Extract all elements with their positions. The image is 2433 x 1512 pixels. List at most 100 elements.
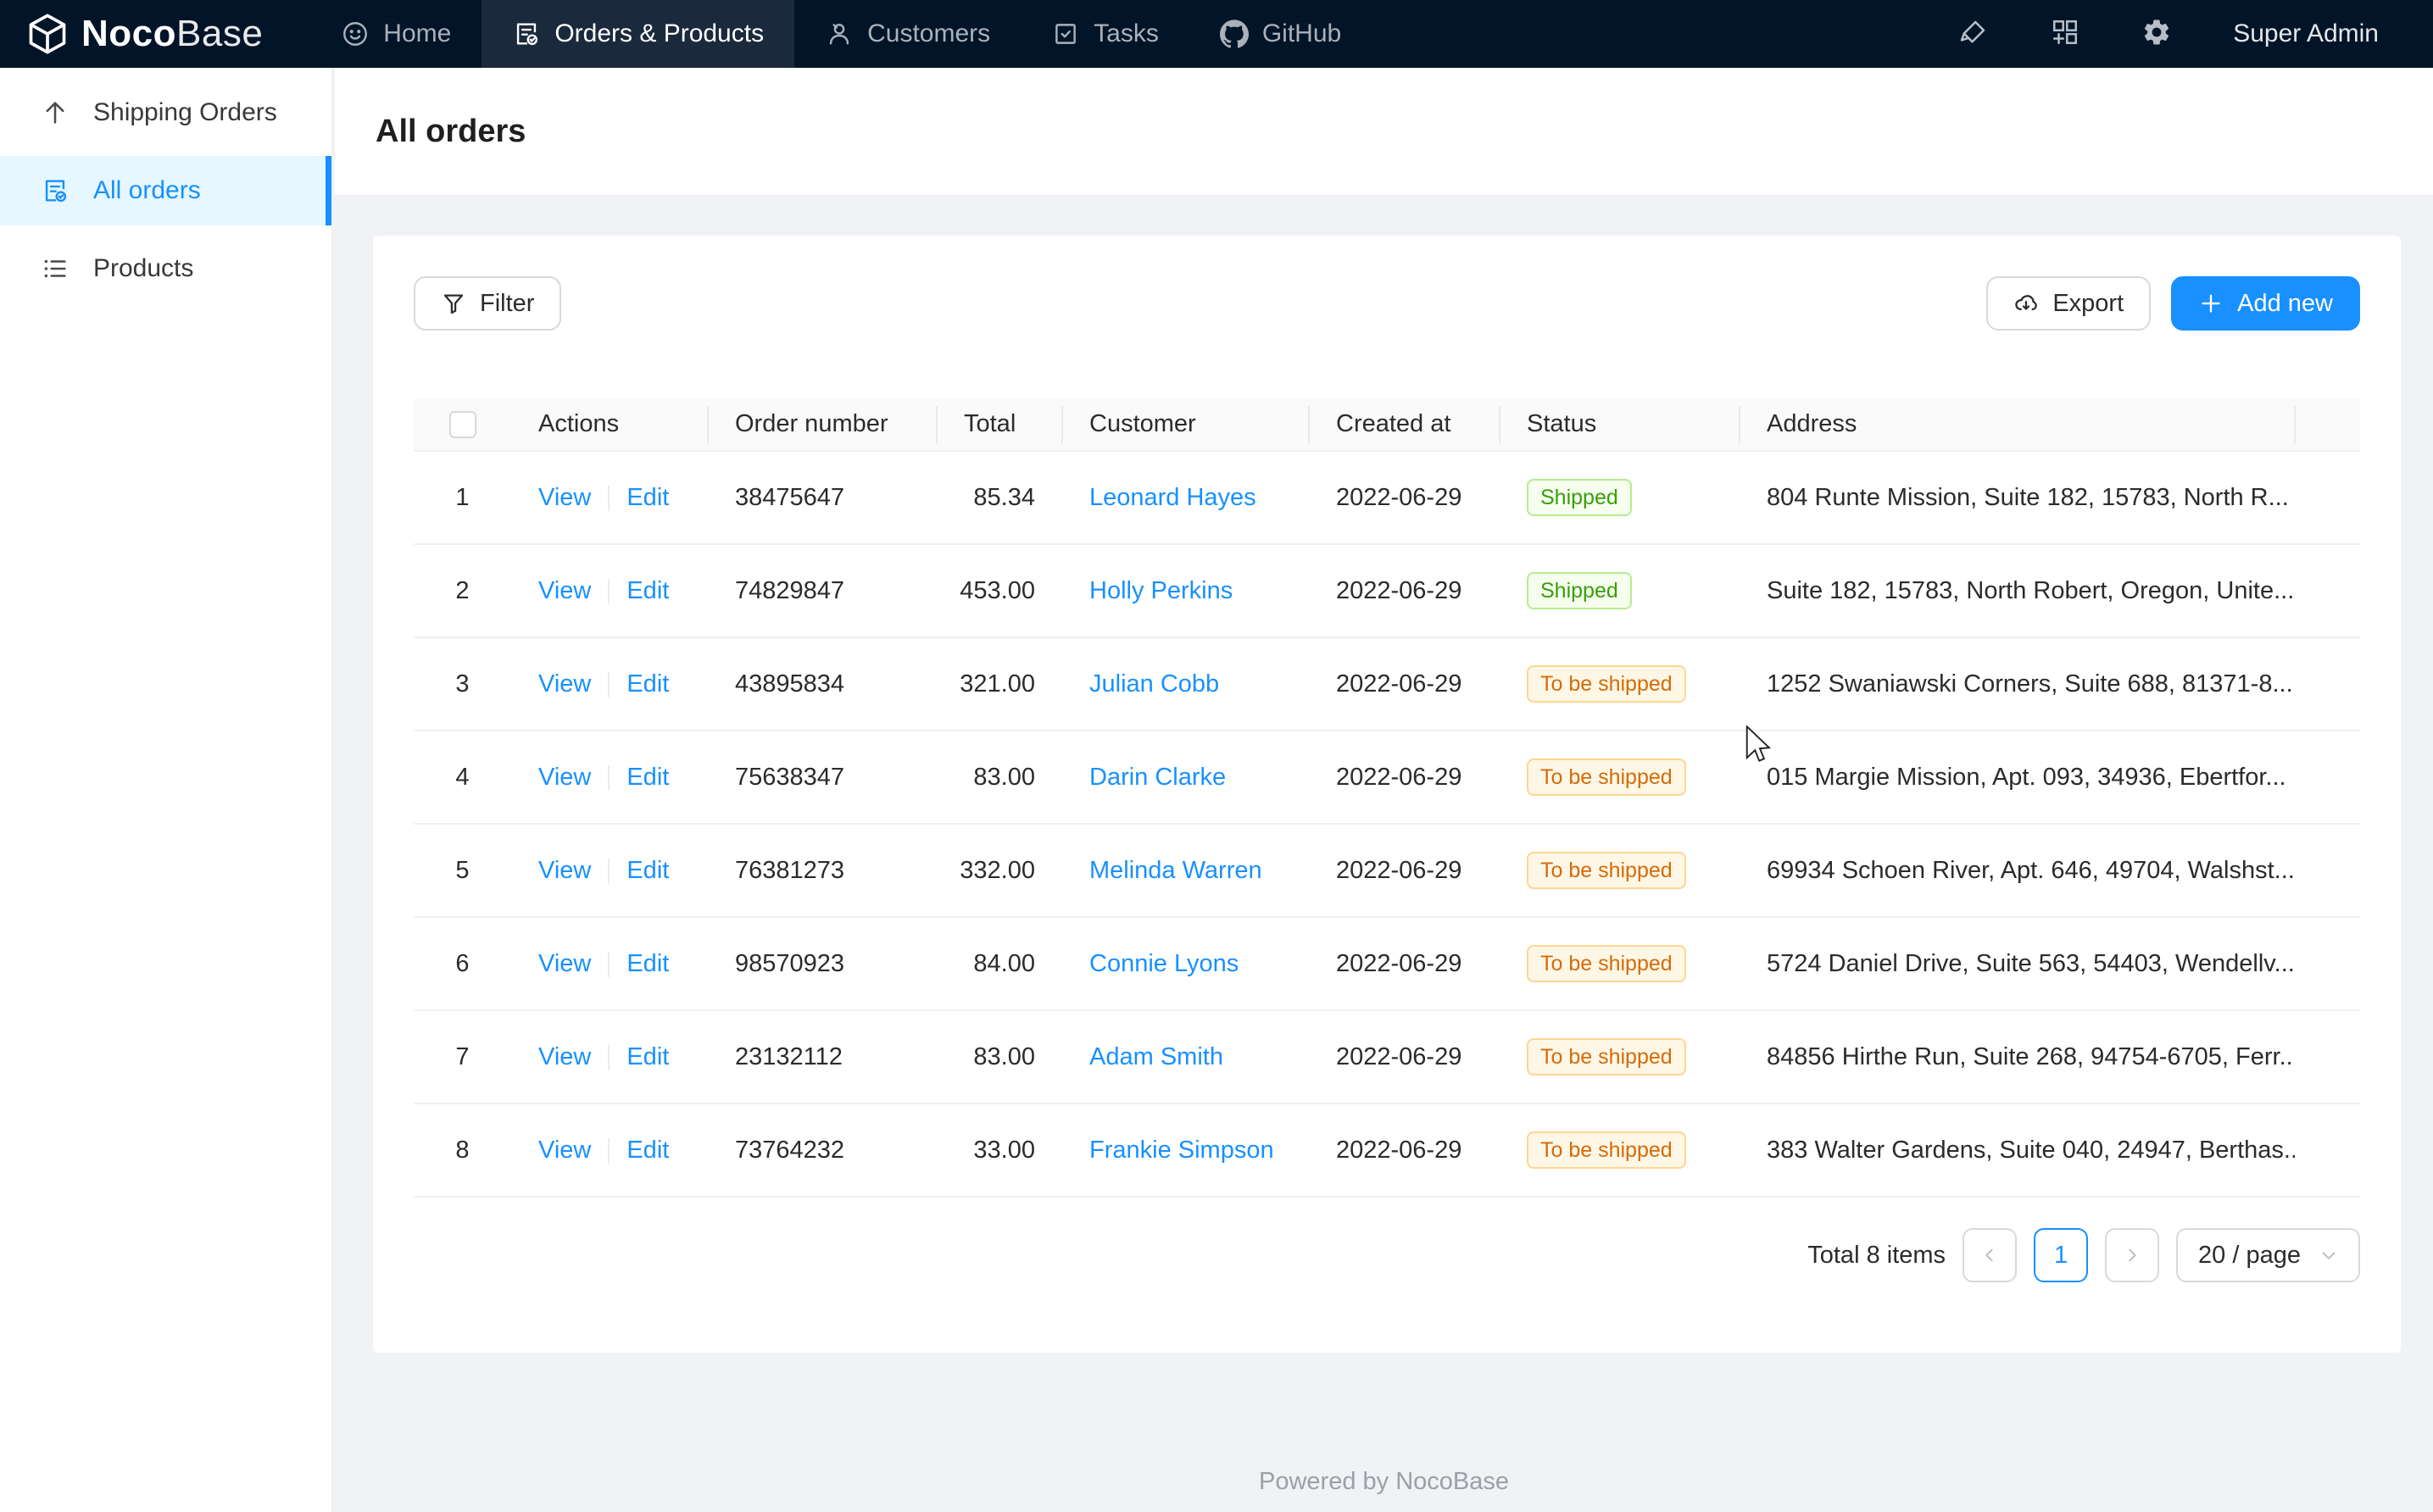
customer-cell: Connie Lyons	[1062, 917, 1309, 1010]
actions-cell: View Edit	[511, 451, 708, 544]
sidebar-item-shipping-orders[interactable]: Shipping Orders	[0, 78, 331, 147]
nav-item-label: Customers	[867, 19, 990, 48]
prev-page-button[interactable]	[1963, 1228, 2017, 1282]
view-link[interactable]: View	[538, 1137, 591, 1164]
row-spacer	[2295, 637, 2360, 731]
customer-link[interactable]: Julian Cobb	[1089, 670, 1219, 698]
filter-button[interactable]: Filter	[414, 276, 561, 331]
created-at: 2022-06-29	[1309, 637, 1500, 731]
nav-item-customers[interactable]: Customers	[794, 0, 1021, 68]
order-number: 43895834	[708, 637, 937, 731]
nav-item-tasks[interactable]: Tasks	[1021, 0, 1189, 68]
order-number: 38475647	[708, 451, 937, 544]
customer-link[interactable]: Adam Smith	[1089, 1043, 1223, 1070]
nav-item-github[interactable]: GitHub	[1189, 0, 1372, 68]
row-spacer	[2295, 1103, 2360, 1197]
status-cell: To be shipped	[1500, 637, 1740, 731]
view-link[interactable]: View	[538, 577, 591, 604]
brand-text: NocoBase	[81, 13, 263, 55]
header-customer: Customer	[1062, 398, 1309, 451]
sidebar-item-label: Products	[93, 254, 193, 283]
row-index: 1	[414, 451, 511, 544]
plus-icon	[2198, 291, 2224, 316]
status-cell: To be shipped	[1500, 824, 1740, 917]
header-order-number: Order number	[708, 398, 937, 451]
row-spacer	[2295, 917, 2360, 1010]
address-cell: 804 Runte Mission, Suite 182, 15783, Nor…	[1740, 451, 2295, 544]
action-divider	[608, 486, 610, 511]
nocobase-logo[interactable]: NocoBase	[25, 12, 263, 56]
created-at: 2022-06-29	[1309, 917, 1500, 1010]
nav-item-orders-products[interactable]: Orders & Products	[482, 0, 794, 68]
edit-link[interactable]: Edit	[626, 764, 669, 791]
next-page-button[interactable]	[2105, 1228, 2159, 1282]
order-number: 23132112	[708, 1010, 937, 1103]
table-header-row: Actions Order number Total Customer Crea…	[414, 398, 2360, 451]
page-size-select[interactable]: 20 / page	[2176, 1228, 2360, 1282]
plugins-icon[interactable]	[2050, 17, 2080, 52]
status-badge: Shipped	[1527, 479, 1632, 516]
table-row: 3 ViewEdit 43895834 321.00 Julian Cobb 2…	[414, 637, 2360, 731]
view-link[interactable]: View	[538, 857, 591, 884]
edit-link[interactable]: Edit	[626, 950, 669, 977]
customer-link[interactable]: Darin Clarke	[1089, 764, 1226, 791]
select-all-checkbox[interactable]	[449, 411, 476, 438]
customer-link[interactable]: Leonard Hayes	[1089, 484, 1256, 511]
actions-cell: View Edit	[511, 637, 708, 731]
filter-button-label: Filter	[480, 290, 534, 318]
sidebar-item-products[interactable]: Products	[0, 234, 331, 303]
customer-cell: Leonard Hayes	[1062, 451, 1309, 544]
view-link[interactable]: View	[538, 1043, 591, 1070]
add-new-button[interactable]: Add new	[2171, 276, 2360, 331]
actions-cell: View Edit	[511, 1010, 708, 1103]
user-menu[interactable]: Super Admin	[2233, 19, 2379, 48]
page-title: All orders	[376, 114, 526, 150]
order-total: 84.00	[937, 917, 1062, 1010]
order-total: 321.00	[937, 637, 1062, 731]
edit-link[interactable]: Edit	[626, 1137, 669, 1164]
customer-link[interactable]: Melinda Warren	[1089, 857, 1262, 884]
cube-logo-icon	[25, 12, 70, 56]
created-at: 2022-06-29	[1309, 1103, 1500, 1197]
brand-light: Base	[176, 13, 263, 54]
header-total: Total	[937, 398, 1062, 451]
address-cell: 015 Margie Mission, Apt. 093, 34936, Ebe…	[1740, 731, 2295, 824]
address-cell: 84856 Hirthe Run, Suite 268, 94754-6705,…	[1740, 1010, 2295, 1103]
view-link[interactable]: View	[538, 764, 591, 791]
nav-item-label: Home	[383, 19, 451, 48]
pagination: Total 8 items 1 20 / page	[414, 1228, 2360, 1282]
export-button[interactable]: Export	[1986, 276, 2151, 331]
status-badge: To be shipped	[1527, 1038, 1686, 1076]
edit-link[interactable]: Edit	[626, 577, 669, 604]
action-divider	[608, 1045, 610, 1070]
brand-bold: Noco	[81, 13, 176, 54]
sidebar-item-all-orders[interactable]: All orders	[0, 156, 331, 225]
actions-cell: View Edit	[511, 544, 708, 637]
customer-link[interactable]: Holly Perkins	[1089, 577, 1233, 604]
created-at: 2022-06-29	[1309, 544, 1500, 637]
edit-link[interactable]: Edit	[626, 670, 669, 698]
customer-link[interactable]: Frankie Simpson	[1089, 1137, 1274, 1164]
edit-link[interactable]: Edit	[626, 484, 669, 511]
nav-item-label: Orders & Products	[554, 19, 764, 48]
order-number: 98570923	[708, 917, 937, 1010]
status-badge: To be shipped	[1527, 759, 1686, 796]
edit-link[interactable]: Edit	[626, 1043, 669, 1070]
chevron-right-icon	[2123, 1246, 2141, 1265]
chevron-down-icon	[2319, 1246, 2338, 1265]
settings-gear-icon[interactable]	[2141, 17, 2172, 52]
order-number: 75638347	[708, 731, 937, 824]
page-1-button[interactable]: 1	[2034, 1228, 2088, 1282]
view-link[interactable]: View	[538, 484, 591, 511]
customer-cell: Frankie Simpson	[1062, 1103, 1309, 1197]
view-link[interactable]: View	[538, 670, 591, 698]
ui-editor-highlighter-icon[interactable]	[1958, 17, 1989, 52]
arrow-up-icon	[41, 98, 70, 127]
edit-link[interactable]: Edit	[626, 857, 669, 884]
nav-item-label: Tasks	[1094, 19, 1159, 48]
list-icon	[41, 254, 70, 283]
view-link[interactable]: View	[538, 950, 591, 977]
nav-item-home[interactable]: Home	[310, 0, 482, 68]
customer-link[interactable]: Connie Lyons	[1089, 950, 1239, 977]
status-cell: Shipped	[1500, 451, 1740, 544]
